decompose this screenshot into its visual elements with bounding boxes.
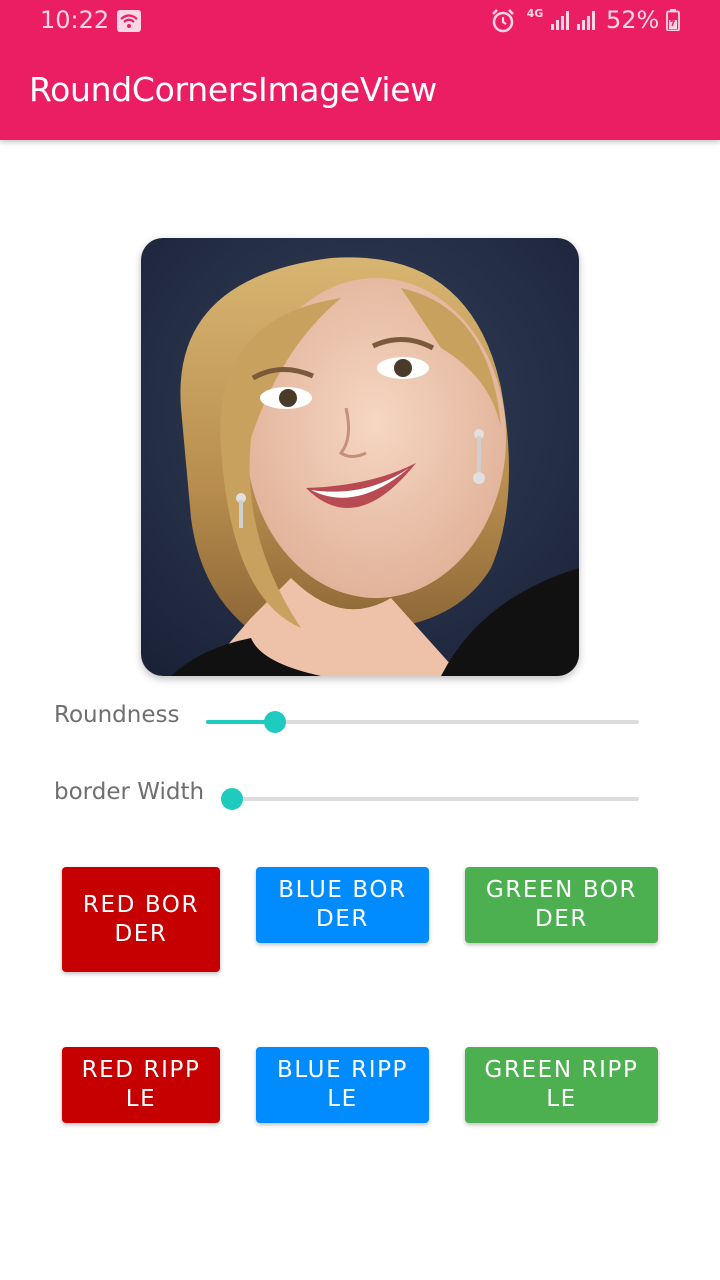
signal-icon bbox=[550, 10, 572, 34]
border-width-label: border Width bbox=[54, 779, 205, 805]
red-ripple-button[interactable]: RED RIPPLE bbox=[62, 1047, 220, 1123]
alarm-icon bbox=[490, 8, 516, 38]
battery-percentage: 52% bbox=[606, 6, 660, 34]
wifi-icon bbox=[117, 10, 141, 36]
network-type: 4G bbox=[526, 7, 544, 20]
blue-border-label: BLUE BORDER bbox=[278, 877, 407, 932]
green-ripple-button[interactable]: GREEN RIPPLE bbox=[465, 1047, 658, 1123]
app-bar: 10:22 4G 52% RoundCornersImageView bbox=[0, 0, 720, 140]
border-width-slider[interactable] bbox=[221, 788, 639, 810]
green-border-label: GREEN BORDER bbox=[485, 877, 638, 932]
roundness-label: Roundness bbox=[54, 702, 180, 728]
roundness-slider[interactable] bbox=[206, 711, 639, 733]
round-corners-image bbox=[141, 238, 579, 676]
blue-border-button[interactable]: BLUE BORDER bbox=[256, 867, 429, 943]
red-ripple-label: RED RIPPLE bbox=[81, 1057, 201, 1112]
battery-icon bbox=[666, 9, 680, 35]
green-ripple-label: GREEN RIPPLE bbox=[484, 1057, 639, 1112]
green-border-button[interactable]: GREEN BORDER bbox=[465, 867, 658, 943]
roundness-slider-thumb[interactable] bbox=[264, 711, 287, 733]
border-width-slider-thumb[interactable] bbox=[221, 788, 243, 810]
app-title: RoundCornersImageView bbox=[29, 70, 437, 109]
portrait-photo bbox=[141, 238, 579, 676]
status-time: 10:22 bbox=[40, 6, 110, 34]
red-border-button[interactable]: RED BORDER bbox=[62, 867, 220, 972]
blue-ripple-label: BLUE RIPPLE bbox=[276, 1057, 409, 1112]
blue-ripple-button[interactable]: BLUE RIPPLE bbox=[256, 1047, 429, 1123]
red-border-label: RED BORDER bbox=[82, 891, 200, 947]
signal-icon bbox=[576, 10, 598, 34]
